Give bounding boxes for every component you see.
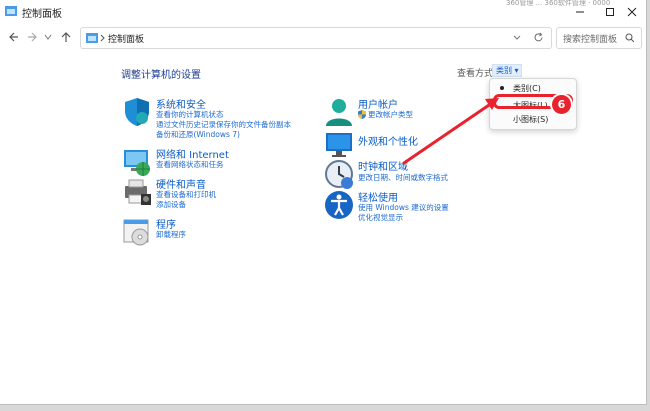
chevron-down-icon (44, 34, 52, 40)
category-link[interactable]: 更改日期、时间或数字格式 (358, 172, 448, 183)
step-badge: 6 (552, 95, 571, 114)
category-link[interactable]: 更改帐户类型 (368, 109, 413, 120)
address-bar[interactable]: 控制面板 (80, 27, 552, 49)
accessibility-icon (325, 191, 353, 219)
close-icon (627, 7, 637, 17)
chevron-down-icon[interactable] (513, 35, 521, 41)
category-link[interactable]: 查看网络状态和任务 (156, 159, 224, 170)
navigation-bar: 控制面板 搜索控制面板 (0, 26, 646, 50)
search-placeholder: 搜索控制面板 (563, 35, 618, 45)
window-title: 控制面板 (22, 9, 62, 20)
category-title[interactable]: 外观和个性化 (358, 133, 418, 148)
recent-locations-button[interactable] (40, 29, 56, 45)
address-text: 控制面板 (108, 35, 145, 45)
category-link[interactable]: 卸载程序 (156, 229, 186, 240)
clock-icon (325, 160, 353, 189)
programs-icon (123, 219, 149, 246)
search-icon[interactable] (625, 33, 635, 43)
category-link[interactable]: 备份和还原(Windows 7) (156, 129, 240, 140)
control-panel-window: 控制面板 360管理 ... 360软件管理 · 0000 控制面板 搜索控制面… (0, 0, 647, 405)
close-button[interactable] (616, 0, 646, 24)
refresh-icon[interactable] (533, 32, 544, 43)
user-icon (326, 99, 352, 126)
minimize-button[interactable] (564, 0, 596, 24)
page-title: 调整计算机的设置 (121, 70, 201, 81)
up-button[interactable] (58, 29, 74, 45)
title-bar: 控制面板 360管理 ... 360软件管理 · 0000 (0, 0, 646, 24)
category-link[interactable]: 优化视觉显示 (358, 212, 403, 223)
uac-shield-icon (358, 110, 366, 119)
maximize-icon (606, 8, 614, 16)
arrow-up-icon (61, 32, 71, 42)
monitor-icon (326, 133, 352, 157)
control-panel-icon (5, 6, 17, 16)
control-panel-icon (86, 33, 98, 43)
menu-item-label: 类别(C) (513, 84, 541, 93)
back-button[interactable] (6, 29, 22, 45)
menu-item-category[interactable]: 类别(C) (490, 80, 576, 95)
network-icon (124, 150, 150, 176)
view-by-dropdown[interactable]: 类别 ▾ (492, 64, 522, 77)
selected-bullet-icon (500, 86, 504, 90)
printer-icon (125, 179, 151, 205)
category-title[interactable]: 时钟和区域 (358, 158, 408, 173)
arrow-left-icon (9, 32, 18, 42)
shield-icon (125, 98, 149, 126)
minimize-icon (576, 11, 584, 13)
view-by-label: 查看方式: (457, 69, 497, 79)
search-input[interactable]: 搜索控制面板 (556, 27, 642, 49)
category-link[interactable]: 添加设备 (156, 199, 186, 210)
menu-item-label: 小图标(S) (513, 115, 549, 124)
chevron-right-icon (100, 34, 105, 42)
forward-button[interactable] (24, 29, 40, 45)
arrow-right-icon (28, 32, 37, 42)
